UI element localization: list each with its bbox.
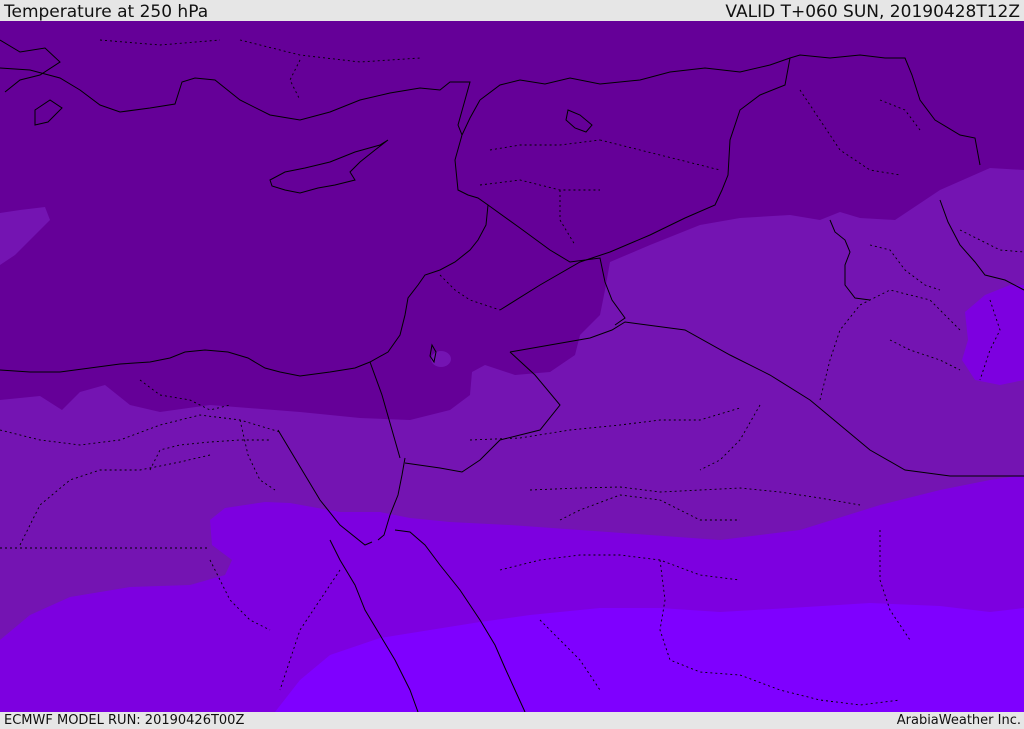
header-bar: Temperature at 250 hPa VALID T+060 SUN, … [0, 0, 1024, 21]
footer-bar: ECMWF MODEL RUN: 20190426T00Z ArabiaWeat… [0, 712, 1024, 729]
credit-label: ArabiaWeather Inc. [896, 713, 1021, 728]
temperature-map[interactable] [0, 21, 1024, 712]
map-title: Temperature at 250 hPa [4, 2, 209, 22]
valid-time-label: VALID T+060 SUN, 20190428T12Z [725, 2, 1020, 22]
model-run-label: ECMWF MODEL RUN: 20190426T00Z [4, 713, 245, 728]
temp-spot [431, 351, 451, 367]
map-canvas [0, 21, 1024, 712]
